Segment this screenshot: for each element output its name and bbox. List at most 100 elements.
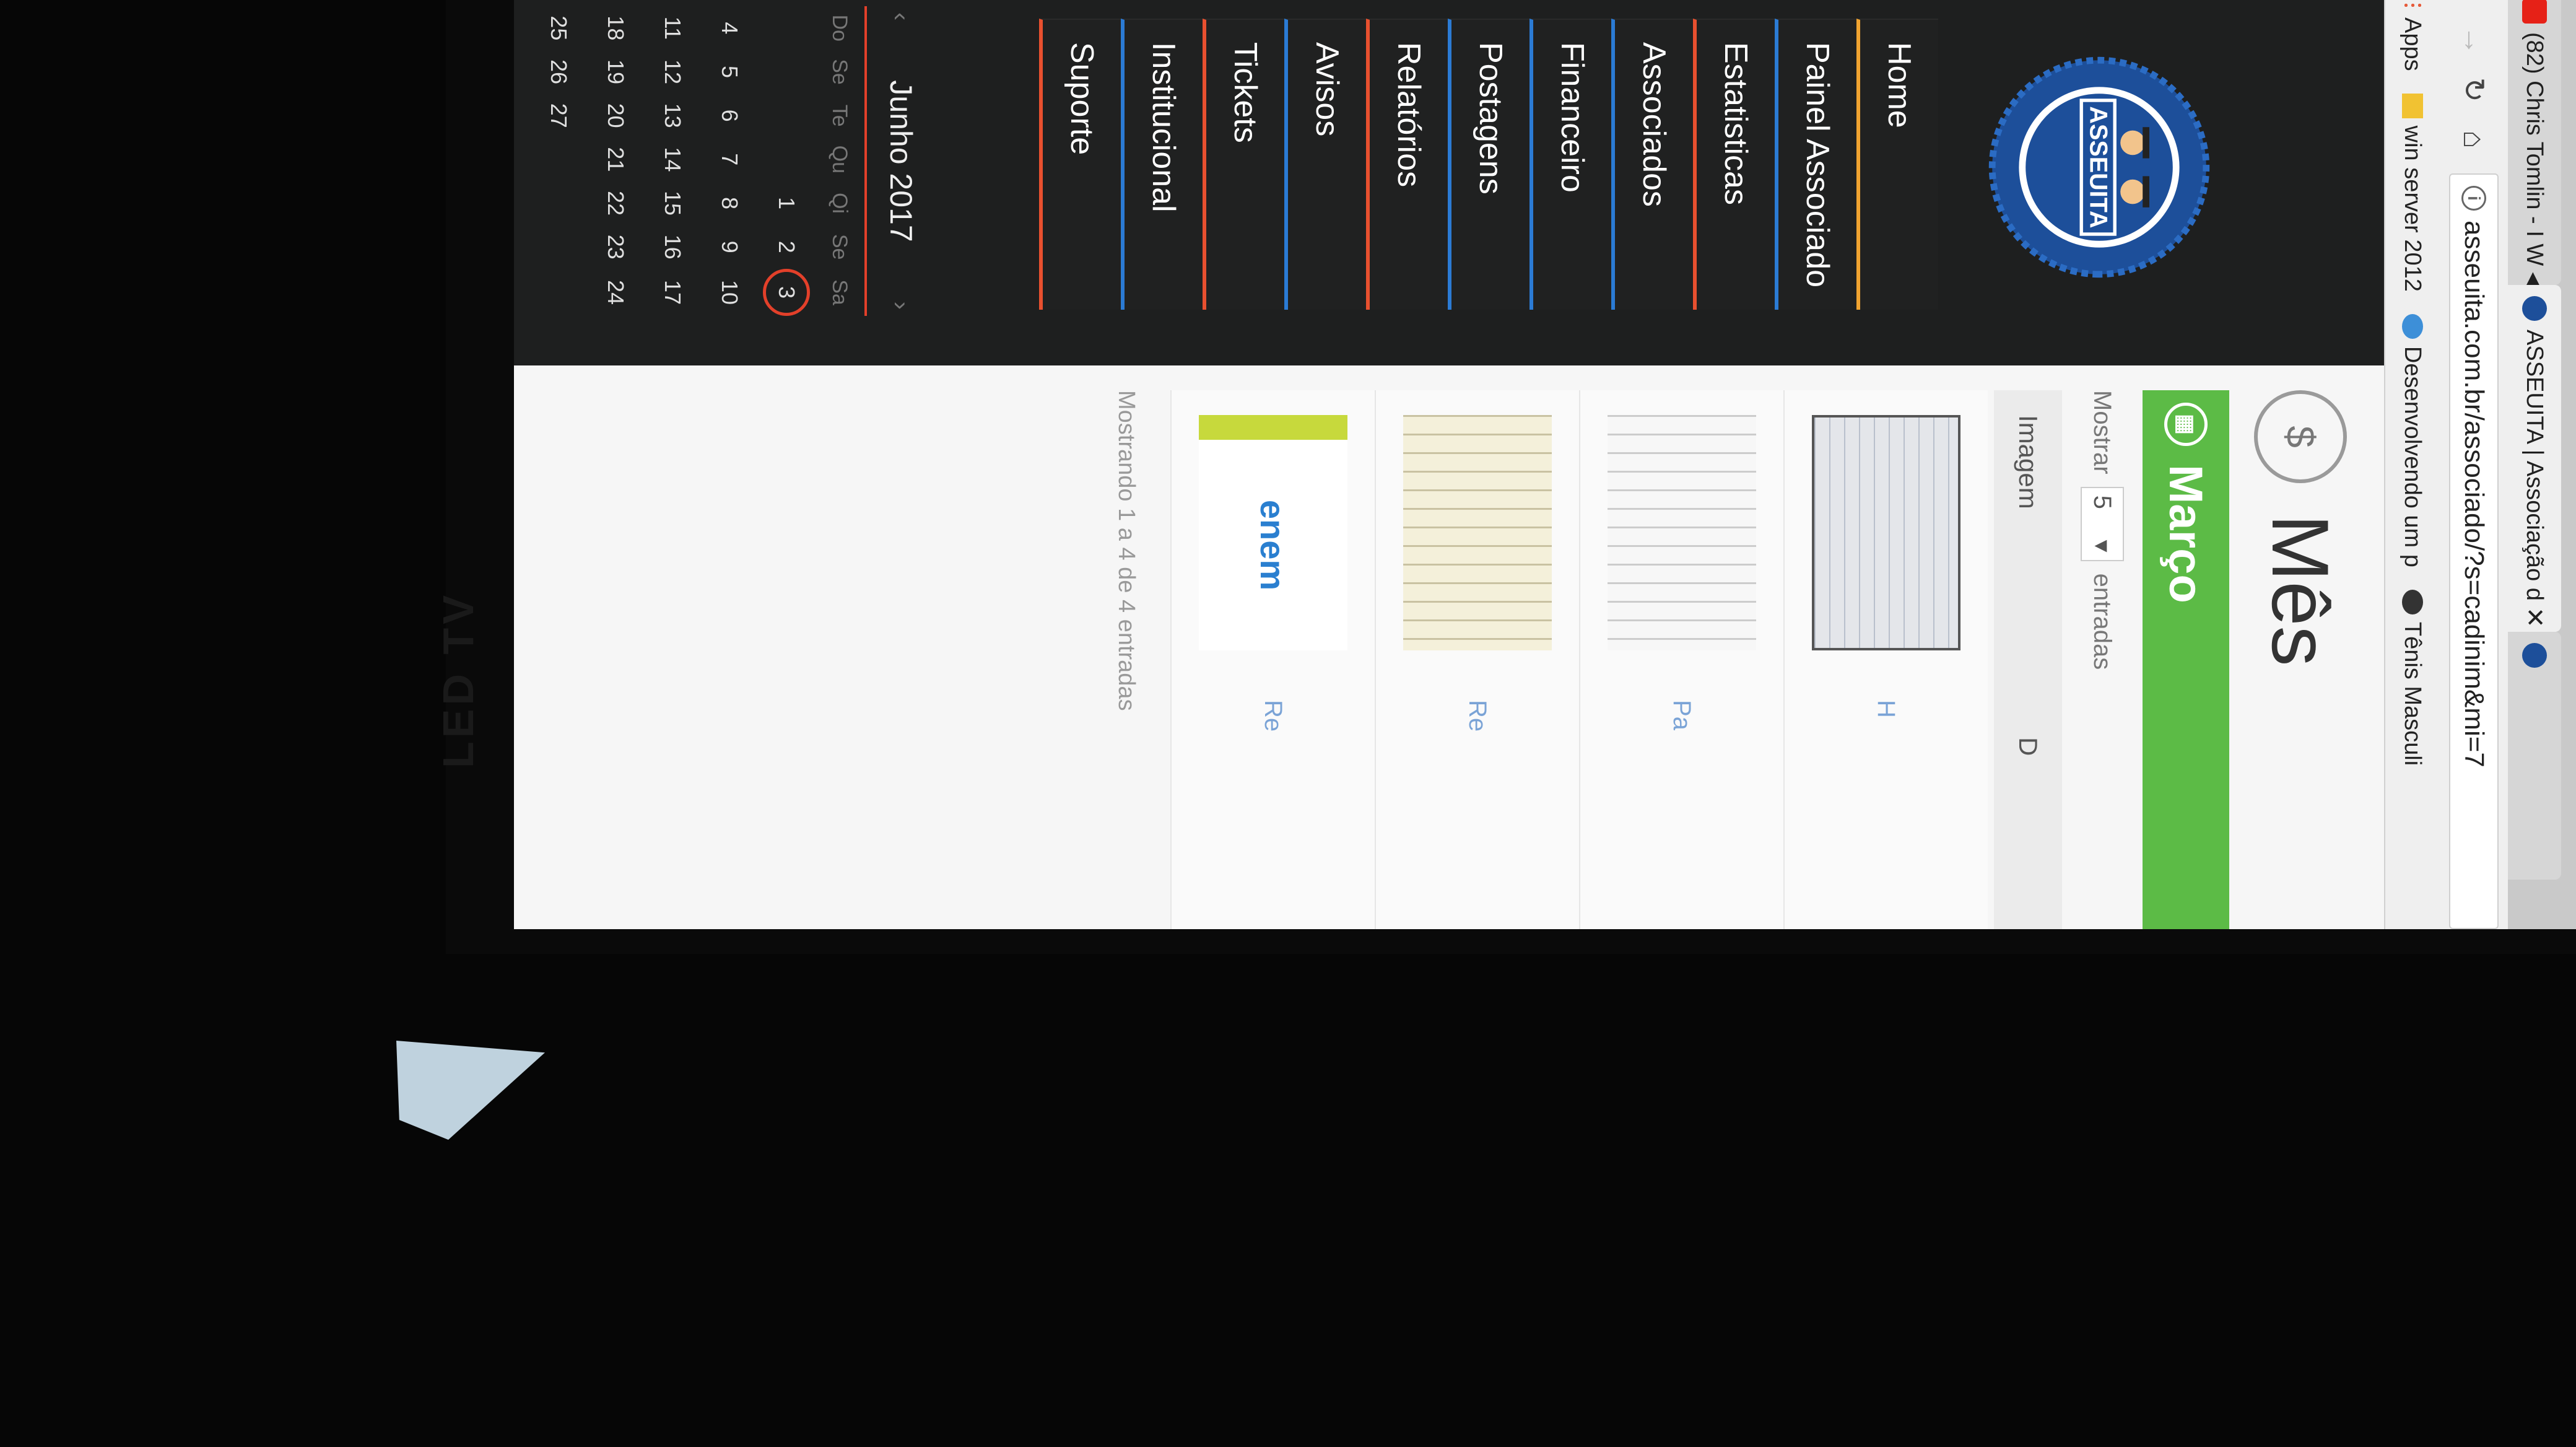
table-row[interactable]: H [1783, 390, 1988, 929]
row-description-link[interactable]: Re [1464, 700, 1492, 732]
calendar-day[interactable]: 11 [644, 6, 701, 50]
photo-background: LED TV (82) Chris Tomlin - I W ◀ ✕ ASSEU… [0, 0, 2576, 1447]
calendar-day[interactable] [530, 138, 587, 181]
calendar-day[interactable]: 7 [701, 138, 758, 181]
calendar-weekday: Qu [828, 145, 852, 173]
calendar-day[interactable] [758, 6, 815, 50]
calendar-day[interactable]: 2 [758, 225, 815, 269]
calendar-weekday: Do [828, 14, 852, 42]
calendar-day[interactable]: 15 [644, 181, 701, 225]
forward-arrow-icon[interactable]: → [2452, 19, 2496, 62]
calendar-day[interactable]: 10 [701, 269, 758, 316]
calendar-day[interactable]: 22 [587, 181, 644, 225]
calendar-day[interactable] [530, 269, 587, 316]
sidebar-item-avisos[interactable]: Avisos [1284, 19, 1366, 310]
calendar-day[interactable]: 14 [644, 138, 701, 181]
calendar-day[interactable]: 24 [587, 269, 644, 316]
info-icon[interactable]: i [2461, 186, 2486, 211]
sidebar-nav: Home Painel Associado Estatisticas Assoc… [1039, 19, 1938, 310]
calendar-day[interactable]: 5 [701, 50, 758, 94]
sidebar-item-tickets[interactable]: Tickets [1203, 19, 1284, 310]
calendar-day[interactable]: 16 [644, 225, 701, 269]
youtube-icon [2522, 0, 2547, 24]
calendar-day[interactable]: 9 [701, 225, 758, 269]
tab-asseuita[interactable]: ASSEUITA | Associação d ✕ [2508, 285, 2561, 632]
calendar-weekday: Sa [828, 279, 852, 305]
month-panel-header[interactable]: ▦ Março [2143, 390, 2229, 929]
sidebar-item-financeiro[interactable]: Financeiro [1530, 19, 1611, 310]
table-row[interactable]: enem Re [1170, 390, 1375, 929]
chevron-right-icon[interactable]: › [887, 302, 915, 310]
calendar-day[interactable]: 27 [530, 94, 587, 138]
calendar-day[interactable]: 4 [701, 6, 758, 50]
row-thumbnail-image[interactable] [1403, 415, 1552, 650]
url-text: asseuita.com.br/associado/?s=cadinim&mi=… [2459, 221, 2489, 767]
close-icon[interactable]: ✕ [2520, 601, 2549, 628]
calendar-day[interactable]: 6 [701, 94, 758, 138]
bookmarks-bar: Apps win server 2012 Desenvolvendo um p … [2384, 0, 2440, 929]
sidebar-item-home[interactable]: Home [1856, 19, 1938, 310]
bookmark-label: Tênis Masculi [2400, 621, 2426, 766]
back-arrow-icon[interactable]: ← [2452, 0, 2496, 12]
calendar-day[interactable]: 23 [587, 225, 644, 269]
sidebar-item-estatisticas[interactable]: Estatisticas [1693, 19, 1775, 310]
logo-text: ASSEUITA [2085, 106, 2112, 228]
reload-icon[interactable]: ↻ [2452, 68, 2496, 111]
calendar-day-today[interactable]: 3 [758, 268, 815, 316]
tab-third[interactable] [2508, 632, 2561, 880]
calendar-day[interactable]: 1 [758, 181, 815, 225]
row-thumbnail-image[interactable] [1812, 415, 1960, 650]
monitor-screen: (82) Chris Tomlin - I W ◀ ✕ ASSEUITA | A… [514, 0, 2576, 929]
sidebar-item-postagens[interactable]: Postagens [1448, 19, 1530, 310]
entries-select-value: 5 [2089, 495, 2117, 509]
month-label: Março [2159, 465, 2213, 603]
calendar-day[interactable] [530, 181, 587, 225]
calendar-day[interactable]: 12 [644, 50, 701, 94]
entries-select[interactable]: 5 ▾ [2081, 486, 2124, 561]
bookmark-apps[interactable]: Apps [2400, 0, 2426, 71]
column-header-descricao[interactable]: D [2013, 737, 2043, 756]
calendar-title: Junho 2017 [884, 80, 918, 242]
table-row[interactable]: Re [1375, 390, 1579, 929]
chevron-left-icon[interactable]: ‹ [887, 12, 915, 20]
row-description-link[interactable]: Re [1260, 700, 1287, 732]
calendar-day[interactable]: 25 [530, 6, 587, 50]
calendar-day[interactable] [530, 225, 587, 269]
home-icon[interactable]: ⌂ [2452, 118, 2496, 161]
sidebar-item-associados[interactable]: Associados [1611, 19, 1693, 310]
tab-youtube[interactable]: (82) Chris Tomlin - I W ◀ ✕ [2508, 0, 2561, 285]
calendar-day[interactable]: 19 [587, 50, 644, 94]
sidebar-item-institucional[interactable]: Institucional [1121, 19, 1203, 310]
calendar-weekday: Se [828, 234, 852, 260]
calendar-day[interactable]: 13 [644, 94, 701, 138]
calendar-day[interactable]: 17 [644, 269, 701, 316]
calendar-day[interactable]: 26 [530, 50, 587, 94]
sidebar-item-painel-associado[interactable]: Painel Associado [1775, 19, 1856, 310]
browser-toolbar: ← → ↻ ⌂ i asseuita.com.br/associado/?s=c… [2440, 0, 2508, 929]
calendar-day[interactable]: 18 [587, 6, 644, 50]
column-header-imagem[interactable]: Imagem [2013, 390, 2043, 737]
sidebar-item-relatorios[interactable]: Relatórios [1366, 19, 1448, 310]
calendar-day[interactable] [758, 94, 815, 138]
row-description-link[interactable]: Pa [1668, 700, 1696, 730]
month-header: $ Mês [2254, 390, 2347, 667]
address-bar[interactable]: i asseuita.com.br/associado/?s=cadinim&m… [2449, 173, 2499, 929]
bookmark-desenvolvendo[interactable]: Desenvolvendo um p [2400, 313, 2426, 567]
money-bag-icon: $ [2254, 390, 2347, 483]
calendar-day[interactable] [758, 138, 815, 181]
calendar-widget: ‹ Junho 2017 › Do Se Te Qu Qi Se Sa 1 2 … [530, 6, 935, 316]
row-description-link[interactable]: H [1873, 700, 1900, 718]
calendar-day[interactable] [758, 50, 815, 94]
bookmark-tenis[interactable]: Tênis Masculi [2400, 589, 2426, 766]
close-icon[interactable]: ◀ ✕ [2520, 266, 2549, 285]
sidebar-item-suporte[interactable]: Suporte [1039, 19, 1121, 310]
calendar-day[interactable]: 21 [587, 138, 644, 181]
monitor-brand-text: LED TV [434, 592, 482, 768]
row-thumbnail-image[interactable] [1608, 415, 1756, 650]
bookmark-win-server[interactable]: win server 2012 [2400, 93, 2426, 292]
calendar-grid: Do Se Te Qu Qi Se Sa 1 2 3 4 5 6 7 8 9 1… [530, 6, 867, 316]
calendar-day[interactable]: 20 [587, 94, 644, 138]
calendar-day[interactable]: 8 [701, 181, 758, 225]
row-thumbnail-image[interactable]: enem [1199, 415, 1347, 650]
table-row[interactable]: Pa [1579, 390, 1783, 929]
